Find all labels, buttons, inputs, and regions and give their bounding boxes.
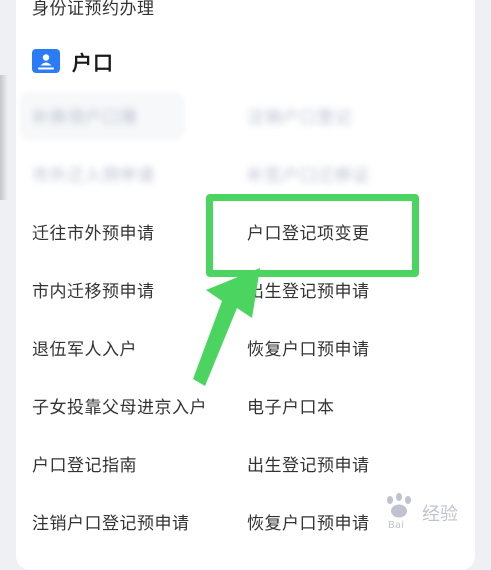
service-item[interactable]: 补签户口迁移证 xyxy=(247,164,370,188)
service-item-birth-registration-2[interactable]: 出生登记预申请 xyxy=(247,454,370,478)
id-card-icon xyxy=(32,49,60,73)
watermark-text: 经验 xyxy=(422,504,458,525)
service-item-restore-hukou-2[interactable]: 恢复户口预申请 xyxy=(247,512,370,536)
service-item-move-out-city[interactable]: 迁往市外预申请 xyxy=(32,222,155,246)
service-item-restore-hukou[interactable]: 恢复户口预申请 xyxy=(247,338,370,362)
service-item-child-join-parents[interactable]: 子女投靠父母进京入户 xyxy=(32,396,207,420)
section-header-hukou: 户口 xyxy=(32,46,114,76)
svg-text:Bai: Bai xyxy=(388,520,404,531)
service-item[interactable]: 注销户口登记 xyxy=(247,106,352,130)
service-item-veteran-registration[interactable]: 退伍军人入户 xyxy=(32,338,137,362)
highlight-box xyxy=(206,194,419,277)
service-item-registration-guide[interactable]: 户口登记指南 xyxy=(32,454,137,478)
watermark: Bai 经验 xyxy=(378,490,468,532)
partial-item-id-card-booking[interactable]: 身份证预约办理 xyxy=(32,0,155,19)
service-item[interactable]: 市外迁入预申请 xyxy=(32,164,155,188)
service-item-e-hukou-book[interactable]: 电子户口本 xyxy=(247,396,335,420)
section-title: 户口 xyxy=(72,50,114,75)
service-item-cancel-registration[interactable]: 注销户口登记预申请 xyxy=(32,512,190,536)
service-item-move-within-city[interactable]: 市内迁移预申请 xyxy=(32,280,155,304)
service-item[interactable]: 补换领户口簿 xyxy=(32,106,137,130)
service-item-birth-registration[interactable]: 出生登记预申请 xyxy=(247,280,370,304)
